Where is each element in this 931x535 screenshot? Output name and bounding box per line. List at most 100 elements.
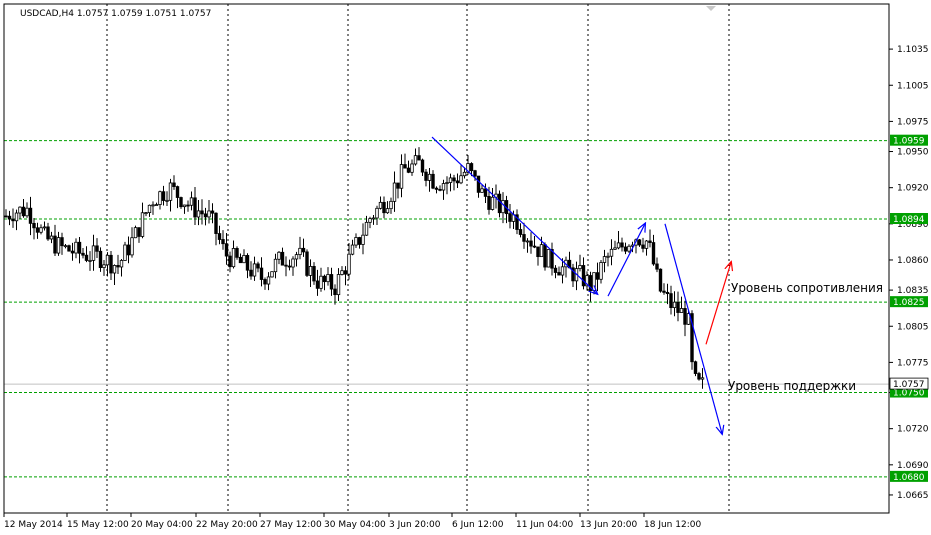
candle-body <box>203 213 208 218</box>
candle-body <box>291 258 295 268</box>
candle-body <box>697 373 701 380</box>
candle-body <box>427 173 432 181</box>
candle-body <box>266 276 271 285</box>
candle-body <box>312 266 316 282</box>
candle-body <box>91 245 96 261</box>
x-tick-label: 12 May 2014 <box>4 520 63 530</box>
y-tick-label: 1.1005 <box>897 81 929 91</box>
y-tick-label: 1.0975 <box>897 117 929 127</box>
candle-body <box>112 265 117 274</box>
candle-body <box>609 248 614 257</box>
candle-body <box>396 182 400 189</box>
candle-body <box>210 210 215 214</box>
level-badge-text: 1.0825 <box>893 298 925 308</box>
candle-body <box>382 201 386 214</box>
candle-body <box>578 265 582 270</box>
candle-body <box>620 242 624 248</box>
candle-body <box>168 182 173 201</box>
candle-body <box>221 239 225 245</box>
candle-body <box>333 288 337 296</box>
candle-body <box>438 188 442 191</box>
candle-body <box>67 245 71 252</box>
candle-body <box>641 244 645 249</box>
price-chart[interactable]: 1.10351.10051.09751.09501.09201.08901.08… <box>0 0 931 535</box>
candle-body <box>11 218 15 222</box>
candle-body <box>613 247 617 250</box>
candle-body <box>445 182 449 184</box>
candle-body <box>424 171 428 181</box>
candle-body <box>270 271 274 278</box>
candle-body <box>595 272 600 280</box>
candle-body <box>98 250 103 269</box>
candle-body <box>539 244 544 258</box>
candle-body <box>627 245 631 252</box>
candle-body <box>406 167 411 173</box>
candle-body <box>676 301 680 313</box>
candle-body <box>7 215 12 220</box>
candle-body <box>546 249 551 268</box>
candle-body <box>651 242 656 265</box>
candle-body <box>252 263 257 277</box>
x-tick-label: 30 May 04:00 <box>324 520 386 530</box>
candle-body <box>700 377 705 380</box>
candle-body <box>140 212 145 237</box>
candle-body <box>49 235 54 240</box>
candle-body <box>158 191 162 205</box>
candle-body <box>417 155 421 161</box>
candle-body <box>84 254 89 261</box>
candle-body <box>385 208 390 214</box>
candle-body <box>459 175 463 184</box>
candle-body <box>154 204 159 206</box>
y-tick-label: 1.0690 <box>897 461 929 471</box>
candle-body <box>637 239 642 246</box>
candle-body <box>126 244 131 256</box>
x-tick-label: 6 Jun 12:00 <box>452 520 504 530</box>
candle-body <box>483 188 488 197</box>
candle-body <box>116 265 120 268</box>
candle-body <box>658 268 663 292</box>
candle-body <box>553 267 558 273</box>
candle-body <box>151 204 155 207</box>
candle-body <box>403 164 407 169</box>
candle-body <box>557 272 561 276</box>
level-badge-text: 1.0959 <box>893 137 925 147</box>
candle-body <box>245 255 250 271</box>
y-tick-label: 1.0860 <box>897 256 929 266</box>
candle-body <box>137 227 141 237</box>
candle-body <box>105 254 110 266</box>
candle-body <box>357 237 362 245</box>
candle-body <box>182 204 187 208</box>
candle-body <box>518 229 523 235</box>
level-badge-text: 1.0894 <box>893 215 925 225</box>
candle-body <box>130 237 134 256</box>
candle-body <box>441 183 446 191</box>
candle-body <box>249 269 253 277</box>
candle-body <box>336 274 341 296</box>
candle-body <box>95 245 99 252</box>
candle-body <box>648 240 652 243</box>
candle-body <box>497 193 502 214</box>
candle-body <box>235 248 239 258</box>
candle-body <box>508 213 512 222</box>
candle-body <box>683 308 687 325</box>
candle-body <box>319 275 323 289</box>
y-tick-label: 1.0805 <box>897 322 929 332</box>
candle-body <box>361 234 365 245</box>
candle-body <box>371 217 376 220</box>
x-tick-label: 3 Jun 20:00 <box>389 520 441 530</box>
candle-body <box>452 177 456 182</box>
candle-body <box>14 212 19 222</box>
candle-body <box>46 226 50 240</box>
candle-body <box>662 290 666 293</box>
candle-body <box>123 244 127 261</box>
candle-body <box>165 199 169 202</box>
candle-body <box>186 204 190 207</box>
candle-body <box>256 263 260 269</box>
candle-body <box>315 280 320 289</box>
candle-body <box>522 234 526 242</box>
candle-body <box>480 188 484 193</box>
current-price-badge-text: 1.0757 <box>893 380 925 390</box>
candle-body <box>147 204 152 214</box>
candle-body <box>74 241 78 254</box>
y-tick-label: 1.0775 <box>897 358 929 368</box>
